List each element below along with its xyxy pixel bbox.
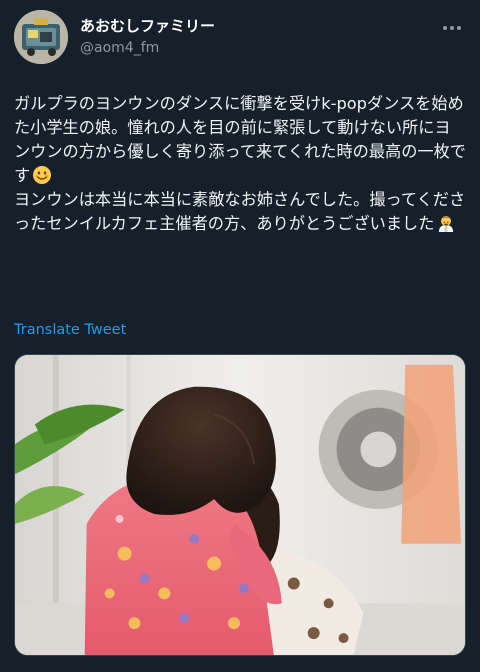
tweet-paragraph: ガルプラのヨンウンのダンスに衝撃を受けk-popダンスを始めた小学生の娘。憧れの… [14, 92, 466, 188]
more-options-icon[interactable] [440, 16, 464, 40]
translate-tweet-link[interactable]: Translate Tweet [14, 322, 126, 338]
tweet-header: あおむしファミリー @aom4_fm [14, 10, 466, 66]
tweet-photo[interactable] [14, 354, 466, 656]
user-handle[interactable]: @aom4_fm [80, 38, 215, 58]
tweet-paragraph-2-text: ヨンウンは本当に本当に素敵なお姉さんでした。撮ってくださったセンイルカフェ主催者… [14, 190, 466, 233]
bowing-person-icon [436, 213, 456, 233]
tweet-paragraph: ヨンウンは本当に本当に素敵なお姉さんでした。撮ってくださったセンイルカフェ主催者… [14, 188, 466, 236]
display-name[interactable]: あおむしファミリー [80, 16, 215, 36]
smiling-face-icon [32, 165, 52, 185]
tweet-paragraph-1-text: ガルプラのヨンウンのダンスに衝撃を受けk-popダンスを始めた小学生の娘。憧れの… [14, 94, 466, 185]
photo-image [15, 355, 465, 655]
author-info: あおむしファミリー @aom4_fm [80, 16, 215, 58]
avatar-image [14, 10, 68, 64]
avatar[interactable] [14, 10, 68, 64]
tweet-body: ガルプラのヨンウンのダンスに衝撃を受けk-popダンスを始めた小学生の娘。憧れの… [14, 92, 466, 236]
